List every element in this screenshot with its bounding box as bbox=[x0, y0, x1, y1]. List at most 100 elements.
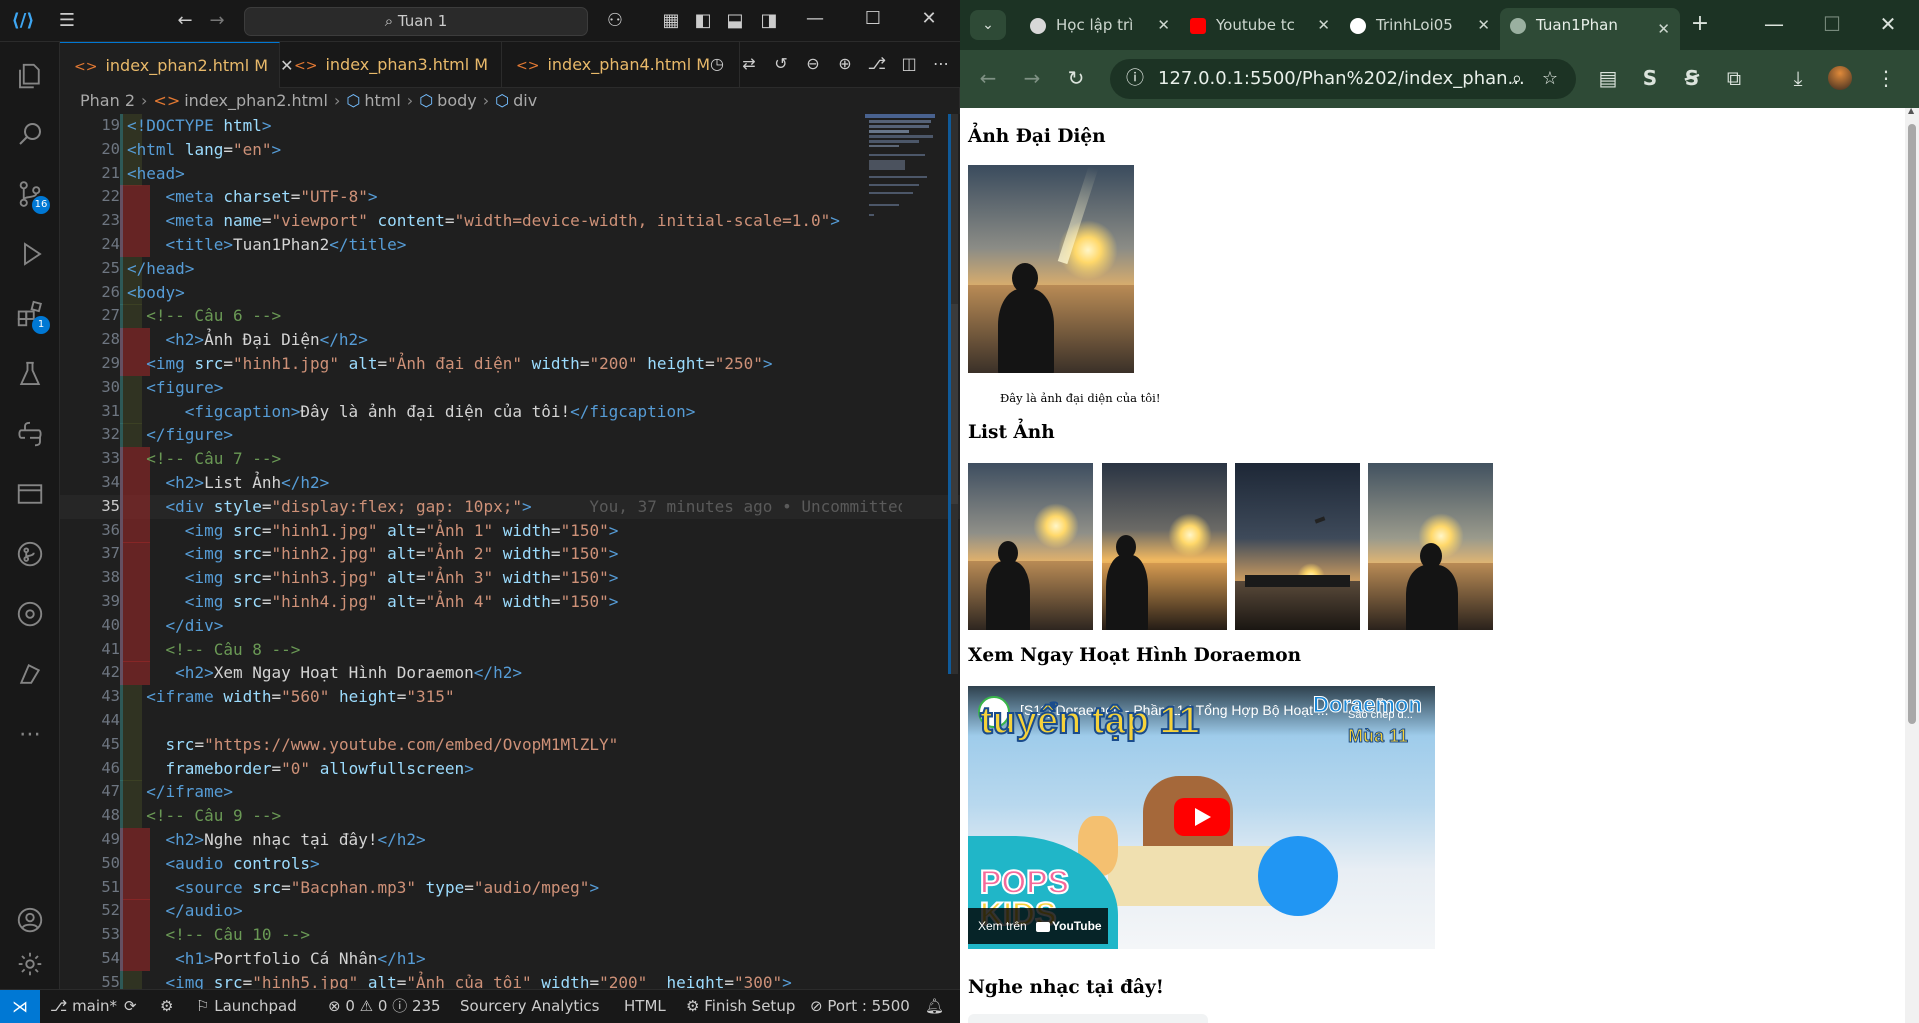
code-line[interactable]: 36 <img src="hinh1.jpg" alt="Ảnh 1" widt… bbox=[60, 518, 960, 543]
scroll-up-icon[interactable]: ▲ bbox=[1908, 106, 1914, 115]
code-line[interactable]: 39 <img src="hinh4.jpg" alt="Ảnh 4" widt… bbox=[60, 589, 960, 614]
problems-status[interactable]: ⊗ 0 ⚠ 0 ⓘ 235 bbox=[328, 990, 441, 1023]
explorer-icon[interactable] bbox=[12, 58, 48, 94]
back-arrow-icon[interactable]: ← bbox=[974, 66, 1002, 90]
extension-s2-icon[interactable]: Ꞩ bbox=[1678, 66, 1706, 90]
gitlens-blame-icon[interactable]: ⎇ bbox=[866, 54, 888, 73]
new-tab-icon[interactable]: + bbox=[1686, 12, 1714, 36]
timeline-icon[interactable]: ◷ bbox=[706, 54, 728, 73]
code-line[interactable]: 40 </div> bbox=[60, 613, 960, 638]
toggle-secondary-sidebar-icon[interactable]: ◨ bbox=[756, 9, 782, 33]
toggle-sidebar-icon[interactable]: ◧ bbox=[690, 9, 716, 33]
menu-icon[interactable]: ☰ bbox=[54, 9, 80, 33]
gitlens-status-icon[interactable]: ⚙ bbox=[160, 990, 173, 1023]
notifications-icon[interactable]: 🔔︎ bbox=[925, 990, 944, 1023]
code-line[interactable]: 42 <h2>Xem Ngay Hoạt Hình Doraemon</h2> bbox=[60, 661, 960, 686]
browser-tab-tuan1phan2[interactable]: Tuan1Phan ✕ bbox=[1500, 8, 1680, 50]
audio-player[interactable] bbox=[968, 1014, 1208, 1023]
page-scrollbar[interactable]: ▲ bbox=[1905, 106, 1919, 1023]
customize-layout-icon[interactable]: ▦ bbox=[658, 9, 684, 33]
live-share-icon[interactable] bbox=[12, 656, 48, 692]
close-tab-icon[interactable]: ✕ bbox=[1477, 8, 1490, 42]
code-line[interactable]: 27 <!-- Câu 6 --> bbox=[60, 304, 960, 329]
language-mode[interactable]: HTML bbox=[624, 990, 666, 1023]
address-bar[interactable]: ⓘ 127.0.0.1:5500/Phan%202/index_phan... … bbox=[1110, 59, 1576, 99]
breadcrumb-file[interactable]: index_phan2.html bbox=[184, 91, 328, 110]
watch-on-youtube-button[interactable]: Xem trên YouTube bbox=[968, 908, 1108, 944]
code-line[interactable]: 29 <img src="hinh1.jpg" alt="Ảnh đại diệ… bbox=[60, 351, 960, 376]
code-line[interactable]: 35 <div style="display:flex; gap: 10px;"… bbox=[60, 494, 960, 519]
remote-explorer-icon[interactable] bbox=[12, 476, 48, 512]
browser-tab-hoc-lap-trinh[interactable]: Học lập trì ✕ bbox=[1020, 8, 1180, 42]
page-scroll-thumb[interactable] bbox=[1908, 124, 1916, 724]
minimap[interactable] bbox=[865, 114, 945, 234]
maximize-icon[interactable]: ☐ bbox=[858, 8, 888, 29]
testing-flask-icon[interactable] bbox=[12, 356, 48, 392]
code-line[interactable]: 41 <!-- Câu 8 --> bbox=[60, 637, 960, 662]
code-line[interactable]: 50 <audio controls> bbox=[60, 851, 960, 876]
code-line[interactable]: 38 <img src="hinh3.jpg" alt="Ảnh 3" widt… bbox=[60, 566, 960, 591]
close-tab-icon[interactable]: ✕ bbox=[1317, 8, 1330, 42]
manage-gear-icon[interactable] bbox=[12, 946, 48, 982]
breadcrumb-html[interactable]: html bbox=[364, 91, 400, 110]
code-line[interactable]: 53 <!-- Câu 10 --> bbox=[60, 923, 960, 948]
code-line[interactable]: 33 <!-- Câu 7 --> bbox=[60, 447, 960, 472]
sourcery-status[interactable]: Sourcery Analytics bbox=[460, 990, 599, 1023]
site-info-icon[interactable]: ⓘ bbox=[1126, 59, 1144, 99]
browser-tab-github[interactable]: TrinhLoi05 ✕ bbox=[1340, 8, 1500, 42]
code-line[interactable]: 32 </figure> bbox=[60, 423, 960, 448]
code-line[interactable]: 49 <h2>Nghe nhạc tại đây!</h2> bbox=[60, 827, 960, 852]
tab-index-phan2[interactable]: <> index_phan2.html M ✕ bbox=[60, 42, 294, 88]
back-arrow-icon[interactable]: ← bbox=[172, 9, 198, 33]
breadcrumb-folder[interactable]: Phan 2 bbox=[80, 91, 135, 110]
close-tab-icon[interactable]: ✕ bbox=[1157, 8, 1170, 42]
extension-icon[interactable]: ▤ bbox=[1594, 66, 1622, 90]
code-line[interactable]: 23 <meta name="viewport" content="width=… bbox=[60, 209, 960, 234]
profile-avatar[interactable] bbox=[1826, 66, 1854, 95]
forward-arrow-icon[interactable]: → bbox=[204, 9, 230, 33]
finish-setup-status[interactable]: ⚙ Finish Setup bbox=[686, 990, 795, 1023]
code-editor[interactable]: 19 <!DOCTYPE html> 20 <html lang="en"> 21 <he… bbox=[60, 114, 960, 989]
minimize-icon[interactable]: — bbox=[800, 8, 830, 29]
code-line[interactable]: 37 <img src="hinh2.jpg" alt="Ảnh 2" widt… bbox=[60, 542, 960, 567]
breadcrumb-div[interactable]: div bbox=[513, 91, 537, 110]
tab-search-icon[interactable]: ⌄ bbox=[970, 10, 1006, 40]
code-line[interactable]: 45 src="https://www.youtube.com/embed/Ov… bbox=[60, 732, 960, 757]
code-line[interactable]: 19 <!DOCTYPE html> bbox=[60, 114, 960, 138]
close-tab-icon[interactable]: ✕ bbox=[1657, 12, 1670, 46]
code-line[interactable]: 52 </audio> bbox=[60, 899, 960, 924]
breadcrumb-body[interactable]: body bbox=[437, 91, 477, 110]
code-line[interactable]: 44 bbox=[60, 708, 960, 733]
sync-icon[interactable]: ⟳ bbox=[124, 990, 137, 1023]
code-line[interactable]: 43 <iframe width="560" height="315" bbox=[60, 685, 960, 710]
previous-change-icon[interactable]: ⊖ bbox=[802, 54, 824, 73]
code-line[interactable]: 26 <body> bbox=[60, 280, 960, 305]
code-line[interactable]: 20 <html lang="en"> bbox=[60, 137, 960, 162]
source-control-icon[interactable]: 16 bbox=[12, 176, 50, 214]
download-icon[interactable]: ⤓ bbox=[1784, 66, 1812, 90]
account-icon[interactable] bbox=[12, 902, 48, 938]
editor-scrollbar[interactable] bbox=[948, 114, 958, 674]
launchpad-status[interactable]: ⚐ Launchpad bbox=[196, 990, 297, 1023]
remote-indicator-icon[interactable]: ⋊ bbox=[0, 990, 40, 1023]
copilot-icon[interactable]: ⚇ bbox=[602, 9, 628, 33]
search-icon[interactable] bbox=[12, 116, 48, 152]
tab-index-phan4[interactable]: <> index_phan4.html M bbox=[502, 42, 740, 88]
code-line[interactable]: 51 <source src="Bacphan.mp3" type="audio… bbox=[60, 875, 960, 900]
play-button[interactable] bbox=[1174, 798, 1230, 836]
more-icon[interactable]: ⋯ bbox=[12, 716, 48, 752]
reload-icon[interactable]: ↻ bbox=[1062, 66, 1090, 90]
code-line[interactable]: 48 <!-- Câu 9 --> bbox=[60, 804, 960, 829]
browser-menu-icon[interactable]: ⋮ bbox=[1872, 66, 1900, 90]
python-icon[interactable] bbox=[12, 416, 48, 452]
code-line[interactable]: 24 <title>Tuan1Phan2</title> bbox=[60, 232, 960, 257]
close-window-icon[interactable]: ✕ bbox=[914, 8, 944, 29]
code-line[interactable]: 46 frameborder="0" allowfullscreen> bbox=[60, 756, 960, 781]
code-line[interactable]: 31 <figcaption>Đây là ảnh đại diện của t… bbox=[60, 399, 960, 424]
toggle-panel-icon[interactable]: ⬓ bbox=[722, 9, 748, 33]
run-debug-icon[interactable] bbox=[12, 236, 48, 272]
command-center[interactable]: ⌕ Tuan 1 bbox=[244, 7, 588, 36]
extension-s-icon[interactable]: S bbox=[1636, 66, 1664, 90]
forward-arrow-icon[interactable]: → bbox=[1018, 66, 1046, 90]
bookmark-star-icon[interactable]: ☆ bbox=[1542, 59, 1558, 99]
